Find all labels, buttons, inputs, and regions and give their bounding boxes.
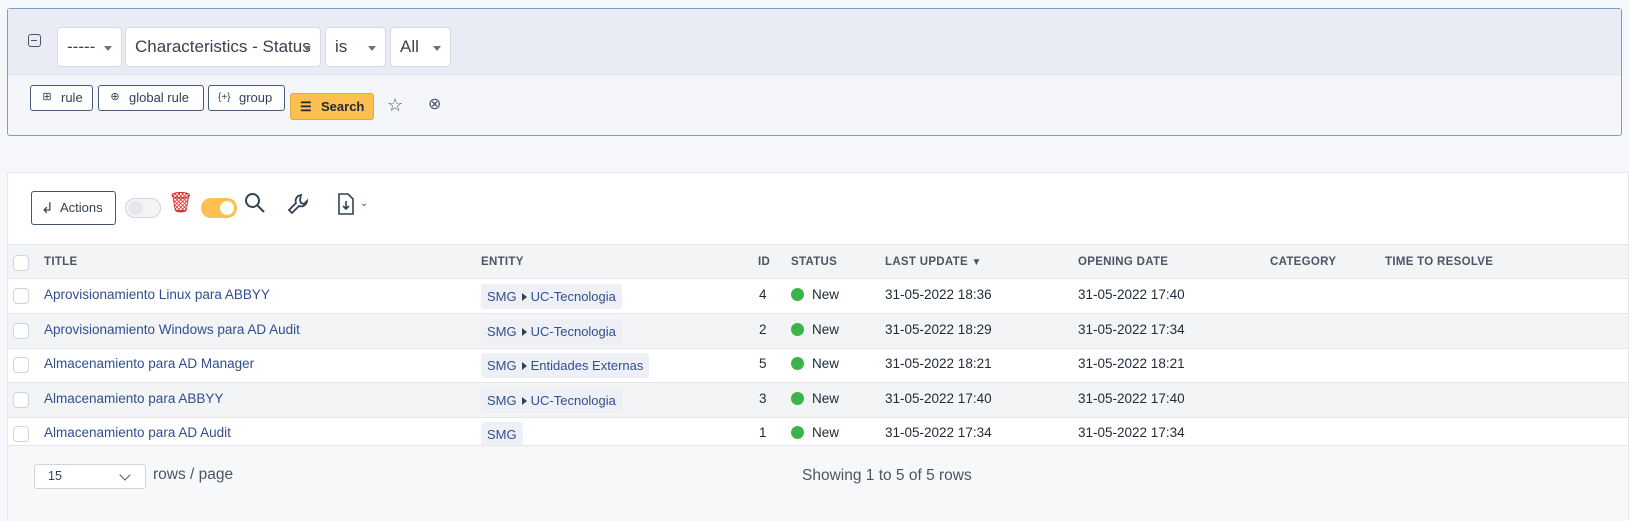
- corner-arrow-icon: ↲: [41, 200, 54, 217]
- row-checkbox[interactable]: [13, 426, 29, 443]
- search-list-icon: ☰: [300, 99, 312, 114]
- caret-right-icon: [521, 293, 527, 301]
- entity-badge[interactable]: SMG Entidades Externas: [481, 353, 650, 379]
- header-time-to-resolve[interactable]: TIME TO RESOLVE: [1385, 256, 1493, 268]
- search-criteria-panel: ----- Characteristics - Status is All: [7, 8, 1622, 136]
- row-opening-date: 31-05-2022 18:21: [1078, 356, 1185, 372]
- row-status: New: [791, 356, 839, 371]
- star-icon[interactable]: ☆: [387, 96, 403, 114]
- row-opening-date: 31-05-2022 17:40: [1078, 390, 1185, 406]
- table-row[interactable]: Aprovisionamiento Windows para AD Audit S…: [8, 313, 1628, 349]
- search-icon[interactable]: [244, 192, 266, 214]
- search-toggle[interactable]: [201, 198, 237, 218]
- plus-circle-icon: ⊕: [110, 91, 120, 103]
- header-category[interactable]: CATEGORY: [1270, 256, 1336, 268]
- row-id: 1: [759, 425, 767, 441]
- header-last-update[interactable]: LAST UPDATE ▼: [885, 256, 982, 268]
- rows-per-page-select[interactable]: 15: [34, 464, 146, 489]
- row-id: 4: [759, 287, 767, 302]
- table-row[interactable]: Aprovisionamiento Linux para ABBYY SMG UC-…: [8, 279, 1628, 314]
- header-title[interactable]: TITLE: [44, 256, 77, 268]
- row-checkbox[interactable]: [13, 391, 29, 408]
- entity-badge[interactable]: SMG: [481, 422, 523, 448]
- criteria-row: ----- Characteristics - Status is All: [8, 9, 1621, 75]
- header-id[interactable]: ID: [758, 256, 770, 268]
- braces-plus-icon: {+}: [218, 92, 231, 103]
- entity-badge[interactable]: SMG UC-Tecnologia: [481, 387, 622, 413]
- remove-criteria-icon[interactable]: [28, 34, 41, 47]
- export-file-icon[interactable]: [336, 193, 356, 215]
- row-checkbox[interactable]: [13, 288, 29, 304]
- row-checkbox[interactable]: [13, 322, 29, 339]
- operator-select[interactable]: is: [325, 27, 386, 67]
- field-select-1[interactable]: -----: [57, 27, 122, 67]
- row-title-link[interactable]: Almacenamiento para AD Manager: [44, 356, 254, 371]
- row-status: New: [791, 322, 839, 337]
- caret-down-icon: [368, 46, 376, 51]
- search-button[interactable]: ☰ Search: [290, 93, 374, 120]
- table-header: TITLE ENTITY ID STATUS LAST UPDATE ▼ OPE…: [8, 244, 1628, 279]
- sort-desc-icon: ▼: [971, 257, 982, 268]
- table-row[interactable]: Almacenamiento para ABBYY SMG UC-Tecnologi…: [8, 382, 1628, 418]
- caret-down-icon: [303, 46, 311, 51]
- trash-icon[interactable]: 🗑: [168, 193, 193, 213]
- row-status: New: [791, 425, 839, 440]
- status-dot-icon: [791, 391, 804, 405]
- status-dot-icon: [791, 357, 804, 371]
- add-rule-button[interactable]: ⊞ rule: [30, 85, 93, 111]
- row-last-update: 31-05-2022 18:36: [885, 287, 992, 302]
- row-last-update: 31-05-2022 17:40: [885, 390, 992, 406]
- row-last-update: 31-05-2022 18:29: [885, 321, 992, 337]
- table-footer: 15 rows / page Showing 1 to 5 of 5 rows: [8, 445, 1628, 521]
- value-select[interactable]: All: [390, 27, 451, 67]
- row-title-link[interactable]: Aprovisionamiento Windows para AD Audit: [44, 322, 300, 337]
- row-checkbox[interactable]: [13, 357, 29, 374]
- entity-badge[interactable]: SMG UC-Tecnologia: [481, 318, 622, 344]
- results-card: ↲ Actions 🗑 ⌄ TITLE ENTITY ID STATUS LAST…: [7, 172, 1629, 521]
- caret-down-icon: [433, 46, 441, 51]
- row-id: 2: [759, 321, 767, 337]
- caret-right-icon: [521, 396, 527, 405]
- row-opening-date: 31-05-2022 17:40: [1078, 287, 1185, 302]
- plus-square-icon: ⊞: [42, 91, 52, 103]
- row-opening-date: 31-05-2022 17:34: [1078, 425, 1185, 441]
- row-title-link[interactable]: Almacenamiento para ABBYY: [44, 391, 223, 406]
- row-title-link[interactable]: Almacenamiento para AD Audit: [44, 425, 231, 440]
- status-dot-icon: [791, 322, 804, 336]
- entity-badge[interactable]: SMG UC-Tecnologia: [481, 284, 622, 309]
- rows-per-page-label: rows / page: [153, 466, 234, 483]
- select-all-checkbox[interactable]: [13, 255, 29, 271]
- add-group-button[interactable]: {+} group: [208, 85, 285, 111]
- row-last-update: 31-05-2022 17:34: [885, 425, 992, 441]
- header-entity[interactable]: ENTITY: [481, 256, 524, 268]
- header-opening-date[interactable]: OPENING DATE: [1078, 256, 1168, 268]
- caret-down-icon: [104, 46, 112, 51]
- row-title-link[interactable]: Aprovisionamiento Linux para ABBYY: [44, 287, 270, 302]
- row-status: New: [791, 287, 839, 302]
- field-select-2[interactable]: Characteristics - Status: [125, 27, 321, 67]
- row-status: New: [791, 391, 839, 406]
- status-dot-icon: [791, 288, 804, 301]
- add-global-rule-button[interactable]: ⊕ global rule: [98, 85, 204, 111]
- actions-button[interactable]: ↲ Actions: [31, 191, 116, 225]
- trash-toggle[interactable]: [125, 198, 161, 218]
- row-id: 3: [759, 390, 767, 406]
- row-id: 5: [759, 356, 767, 372]
- chevron-down-icon: [119, 469, 131, 481]
- close-circle-icon[interactable]: ⊗: [428, 96, 441, 114]
- row-last-update: 31-05-2022 18:21: [885, 356, 992, 372]
- table-row[interactable]: Almacenamiento para AD Manager SMG Entidad…: [8, 348, 1628, 384]
- status-dot-icon: [791, 426, 804, 440]
- wrench-icon[interactable]: [287, 193, 309, 215]
- header-status[interactable]: STATUS: [791, 256, 837, 268]
- row-opening-date: 31-05-2022 17:34: [1078, 321, 1185, 337]
- caret-right-icon: [521, 362, 527, 371]
- caret-right-icon: [521, 327, 527, 336]
- pagination-summary: Showing 1 to 5 of 5 rows: [802, 467, 972, 484]
- chevron-down-icon[interactable]: ⌄: [360, 198, 368, 209]
